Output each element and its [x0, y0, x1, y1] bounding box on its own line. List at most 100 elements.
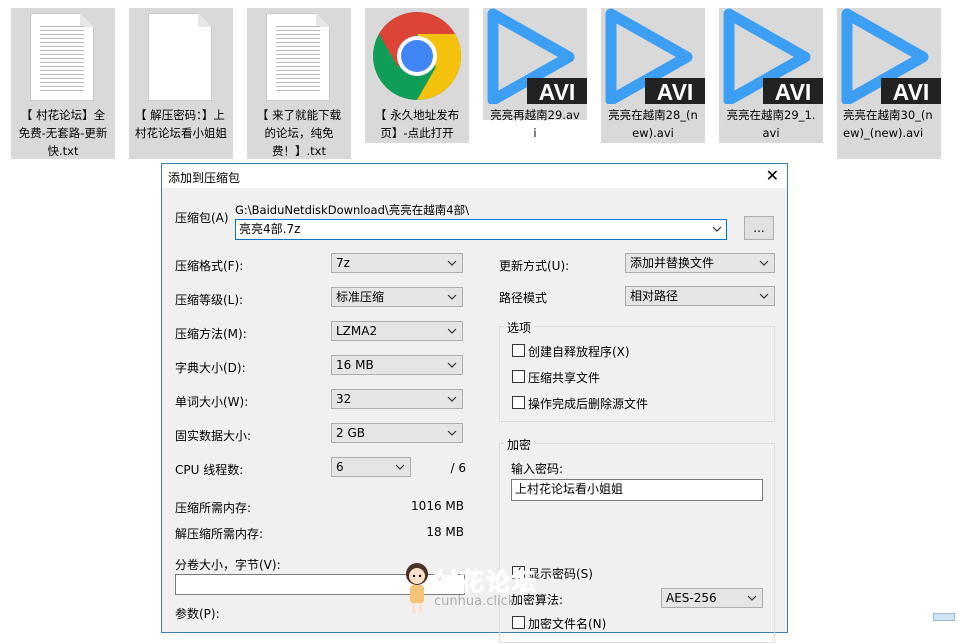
split-size-input[interactable] — [175, 574, 465, 595]
method-value: LZMA2 — [336, 324, 378, 338]
chevron-down-icon — [759, 260, 769, 266]
dialog-title: 添加到压缩包 — [168, 171, 241, 185]
show-password-label: 显示密码(S) — [528, 567, 593, 581]
file-tile-6[interactable]: AVI 亮亮在越南28_(new).avi — [601, 8, 705, 143]
path-mode-value: 相对路径 — [630, 289, 679, 303]
delete-source-checkbox[interactable] — [512, 396, 525, 409]
mem-decompress-value: 18 MB — [426, 525, 464, 539]
method-select[interactable]: LZMA2 — [331, 321, 463, 341]
file-tile-4[interactable]: 【 永久地址发布页】-点此打开 — [365, 8, 469, 143]
file-tile-8[interactable]: AVI 亮亮在越南30_(new)_(new).avi — [837, 8, 941, 159]
solid-select[interactable]: 2 GB — [331, 423, 463, 443]
update-label: 更新方式(U): — [499, 259, 570, 273]
chevron-down-icon — [759, 293, 769, 299]
file-name: 亮亮在越南30_(new)_(new).avi — [843, 108, 933, 140]
corner-tray-button[interactable] — [933, 613, 955, 621]
avi-badge: AVI — [775, 79, 812, 104]
archive-name-input[interactable]: 亮亮4部.7z — [235, 219, 727, 240]
file-name: 【 解压密码：】上村花论坛看小姐姐 — [135, 108, 227, 140]
method-label: 压缩方法(M): — [175, 327, 247, 341]
shared-label: 压缩共享文件 — [528, 371, 601, 385]
dict-select[interactable]: 16 MB — [331, 355, 463, 375]
split-label: 分卷大小，字节(V): — [175, 558, 281, 572]
encrypt-names-label: 加密文件名(N) — [528, 617, 607, 631]
file-tile-7[interactable]: AVI 亮亮在越南29_1.avi — [719, 8, 823, 143]
file-tile-3[interactable]: 【 来了就能下载的论坛，纯免费！】.txt — [247, 8, 351, 159]
mem-decompress-label: 解压缩所需内存: — [175, 527, 264, 541]
options-title: 选项 — [504, 319, 535, 336]
solid-value: 2 GB — [336, 426, 365, 440]
close-icon[interactable]: ✕ — [766, 166, 779, 186]
text-file-icon — [11, 8, 115, 104]
archive-name-value: 亮亮4部.7z — [239, 222, 301, 236]
level-label: 压缩等级(L): — [175, 293, 244, 307]
password-input[interactable]: 上村花论坛看小姐姐 — [511, 479, 763, 501]
delete-source-label: 操作完成后删除源文件 — [528, 397, 649, 411]
chevron-down-icon — [447, 294, 457, 300]
avi-video-icon: AVI — [601, 8, 705, 106]
chevron-down-icon[interactable] — [710, 221, 724, 238]
file-tile-1[interactable]: 【 村花论坛】全免费-无套路-更新快.txt — [11, 8, 115, 159]
mem-compress-value: 1016 MB — [411, 499, 464, 513]
show-password-checkbox[interactable] — [512, 564, 525, 579]
update-select[interactable]: 添加并替换文件 — [625, 253, 775, 273]
enc-method-label: 加密算法: — [511, 593, 564, 607]
cpu-total: / 6 — [450, 461, 467, 475]
encrypt-names-checkbox[interactable] — [512, 616, 525, 629]
avi-video-icon: AVI — [837, 8, 941, 106]
format-label: 压缩格式(F): — [175, 259, 244, 273]
avi-video-icon: AVI — [719, 8, 823, 106]
dict-value: 16 MB — [336, 358, 374, 372]
cpu-value: 6 — [336, 460, 344, 474]
chevron-down-icon — [447, 430, 457, 436]
file-name: 【 永久地址发布页】-点此打开 — [374, 108, 460, 140]
browse-button[interactable]: ... — [744, 216, 774, 240]
file-name: 【 来了就能下载的论坛，纯免费！】.txt — [256, 108, 342, 158]
enc-method-value: AES-256 — [666, 591, 717, 605]
path-mode-select[interactable]: 相对路径 — [625, 286, 775, 306]
file-tile-5[interactable]: AVI 亮亮再越南29.avi — [483, 8, 587, 140]
level-select[interactable]: 标准压缩 — [331, 287, 463, 307]
word-select[interactable]: 32 — [331, 389, 463, 409]
mem-compress-label: 压缩所需内存: — [175, 501, 252, 515]
password-label: 输入密码: — [511, 462, 564, 476]
word-label: 单词大小(W): — [175, 395, 249, 409]
word-value: 32 — [336, 392, 352, 406]
file-name: 【 村花论坛】全免费-无套路-更新快.txt — [18, 108, 108, 158]
update-value: 添加并替换文件 — [630, 256, 715, 270]
params-label: 参数(P): — [175, 607, 220, 621]
chevron-down-icon — [447, 260, 457, 266]
add-to-archive-dialog: 添加到压缩包 ✕ 压缩包(A) G:\BaiduNetdiskDownload\… — [161, 163, 788, 643]
path-mode-label: 路径模式 — [499, 291, 548, 305]
file-name: 亮亮在越南29_1.avi — [726, 108, 816, 140]
sfx-checkbox[interactable] — [512, 344, 525, 357]
chrome-icon — [365, 8, 469, 104]
password-value: 上村花论坛看小姐姐 — [515, 482, 624, 496]
chevron-down-icon — [447, 362, 457, 368]
dialog-titlebar[interactable]: 添加到压缩包 ✕ — [162, 164, 787, 188]
cpu-select[interactable]: 6 — [331, 457, 411, 477]
cpu-label: CPU 线程数: — [175, 463, 244, 477]
shared-checkbox[interactable] — [512, 370, 525, 383]
text-file-icon — [247, 8, 351, 104]
archive-label: 压缩包(A) — [175, 211, 229, 225]
format-value: 7z — [336, 256, 350, 270]
avi-video-icon: AVI — [483, 8, 587, 106]
solid-label: 固实数据大小: — [175, 429, 252, 443]
sfx-label: 创建自释放程序(X) — [528, 345, 630, 359]
avi-badge: AVI — [893, 79, 930, 104]
chevron-down-icon — [447, 396, 457, 402]
avi-badge: AVI — [657, 79, 694, 104]
avi-badge: AVI — [539, 79, 576, 104]
chevron-down-icon — [447, 328, 457, 334]
blank-file-icon — [129, 8, 233, 104]
file-name: 亮亮在越南28_(new).avi — [608, 108, 698, 140]
file-tile-2[interactable]: 【 解压密码：】上村花论坛看小姐姐 — [129, 8, 233, 159]
enc-method-select[interactable]: AES-256 — [661, 588, 763, 608]
format-select[interactable]: 7z — [331, 253, 463, 273]
file-name: 亮亮再越南29.avi — [490, 108, 580, 140]
archive-path: G:\BaiduNetdiskDownload\亮亮在越南4部\ — [235, 203, 469, 217]
chevron-down-icon — [395, 464, 405, 470]
level-value: 标准压缩 — [336, 290, 385, 304]
encryption-title: 加密 — [504, 436, 535, 453]
